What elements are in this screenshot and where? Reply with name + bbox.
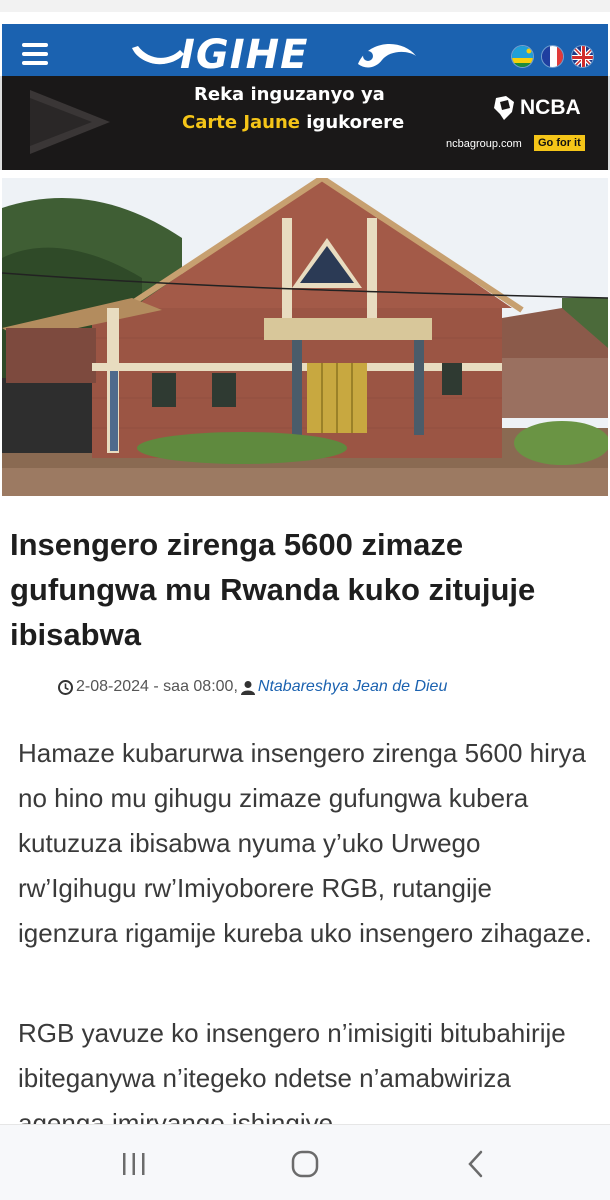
ad-url: ncbagroup.com — [446, 138, 522, 150]
flag-uk-icon[interactable] — [571, 45, 594, 68]
flag-france-icon[interactable] — [541, 45, 564, 68]
ad-subheadline: Carte Jaune igukorere — [182, 112, 404, 133]
article-title: Insengero zirenga 5600 zimaze gufungwa m… — [10, 527, 536, 652]
user-icon — [240, 680, 255, 695]
ad-headline: Reka inguzanyo ya — [194, 84, 385, 105]
ncba-logo-icon — [494, 96, 514, 120]
ad-highlight: Carte Jaune — [182, 112, 300, 133]
article-author-link[interactable]: Ntabareshya Jean de Dieu — [258, 678, 447, 696]
ad-subheadline-rest: igukorere — [300, 112, 405, 133]
site-logo[interactable]: IGIHE — [132, 30, 422, 80]
recent-apps-icon[interactable] — [114, 1147, 154, 1181]
back-icon[interactable] — [456, 1147, 496, 1181]
ad-brand: NCBA — [520, 96, 581, 119]
article-date: 2-08-2024 - saa 08:00, — [76, 678, 238, 695]
article-paragraph: Hamaze kubarurwa insengero zirenga 5600 … — [18, 738, 592, 948]
logo-text: IGIHE — [180, 32, 309, 78]
language-switcher — [511, 45, 594, 68]
flag-rwanda-icon[interactable] — [511, 45, 534, 68]
hamburger-menu-icon[interactable] — [22, 43, 48, 65]
spacer — [0, 170, 610, 178]
ad-cta-button[interactable]: Go for it — [534, 135, 585, 151]
site-header: IGIHE — [0, 0, 610, 86]
system-navigation-bar — [0, 1124, 610, 1200]
home-icon[interactable] — [285, 1147, 325, 1181]
ad-banner[interactable]: Reka inguzanyo ya Carte Jaune igukorere … — [0, 76, 610, 170]
article-meta: 2-08-2024 - saa 08:00, Ntabareshya Jean … — [58, 678, 447, 696]
clock-icon — [58, 679, 73, 695]
ad-arrow-icon — [30, 90, 110, 154]
article-hero-image[interactable] — [2, 178, 608, 496]
